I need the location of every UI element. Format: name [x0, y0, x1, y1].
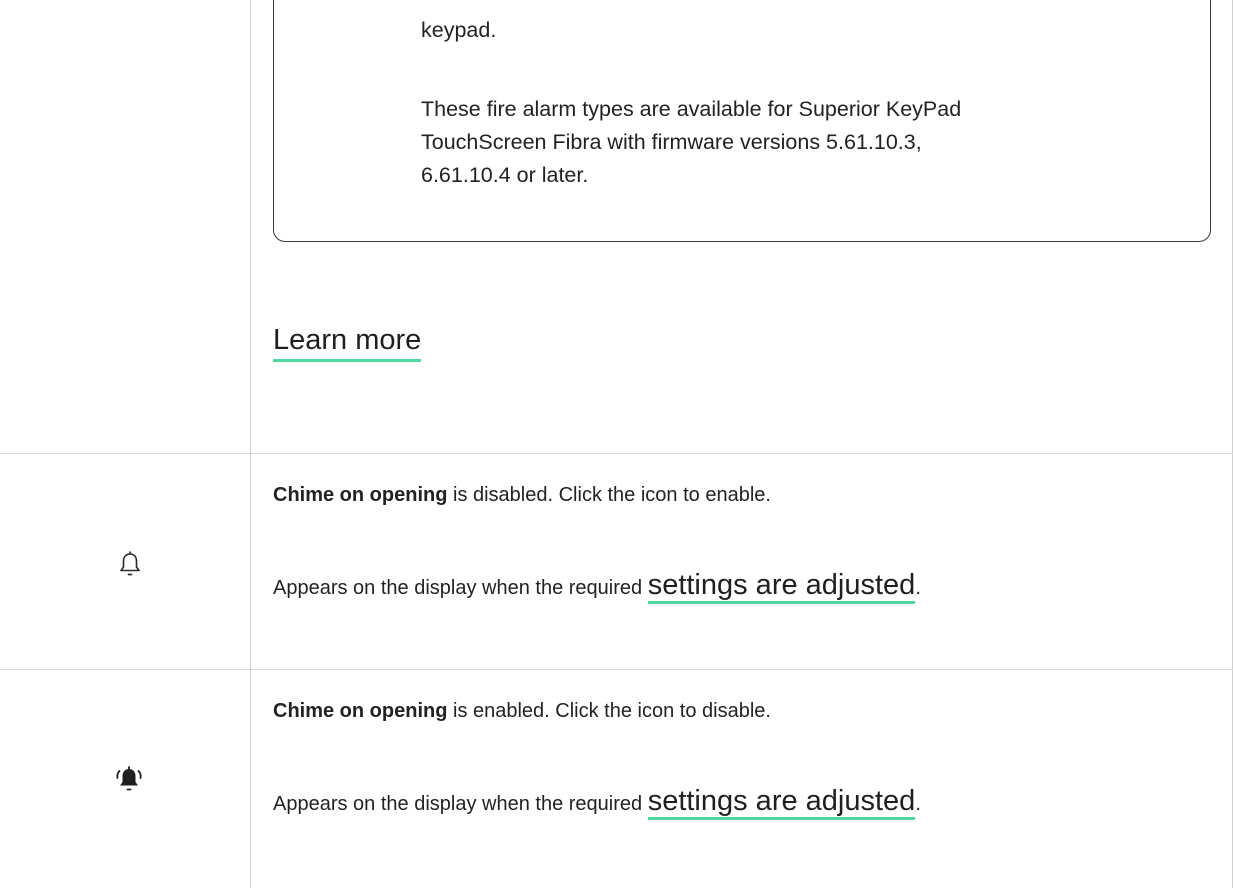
setting-name: Chime on opening	[273, 484, 448, 506]
appears-prefix: Appears on the display when the required	[273, 577, 648, 599]
row-description-rest: is disabled. Click the icon to enable.	[447, 484, 771, 506]
row-appears-text: Appears on the display when the required…	[273, 781, 921, 824]
appears-prefix: Appears on the display when the required	[273, 793, 648, 815]
note-line-top: keypad.	[421, 18, 497, 42]
table-row-divider	[0, 453, 1233, 454]
note-paragraph: These fire alarm types are available for…	[421, 93, 961, 192]
row-description-rest: is enabled. Click the icon to disable.	[447, 700, 771, 722]
note-paragraph-line: 6.61.10.4 or later.	[421, 163, 589, 187]
row-appears-text: Appears on the display when the required…	[273, 565, 921, 608]
setting-name: Chime on opening	[273, 700, 448, 722]
row-description: Chime on opening is disabled. Click the …	[273, 481, 771, 509]
note-paragraph-line: TouchScreen Fibra with firmware versions…	[421, 130, 922, 154]
note-paragraph-line: These fire alarm types are available for…	[421, 97, 962, 121]
settings-adjusted-link[interactable]: settings are adjusted	[647, 569, 916, 604]
settings-adjusted-link[interactable]: settings are adjusted	[647, 785, 916, 820]
table-row-divider	[0, 669, 1233, 670]
appears-suffix: .	[915, 577, 921, 599]
appears-suffix: .	[915, 793, 921, 815]
bell-outline-icon[interactable]	[118, 551, 142, 579]
learn-more-link[interactable]: Learn more	[273, 322, 422, 362]
bell-ringing-filled-icon[interactable]	[114, 766, 144, 794]
table-column-divider	[250, 0, 251, 888]
row-description: Chime on opening is enabled. Click the i…	[273, 697, 771, 725]
